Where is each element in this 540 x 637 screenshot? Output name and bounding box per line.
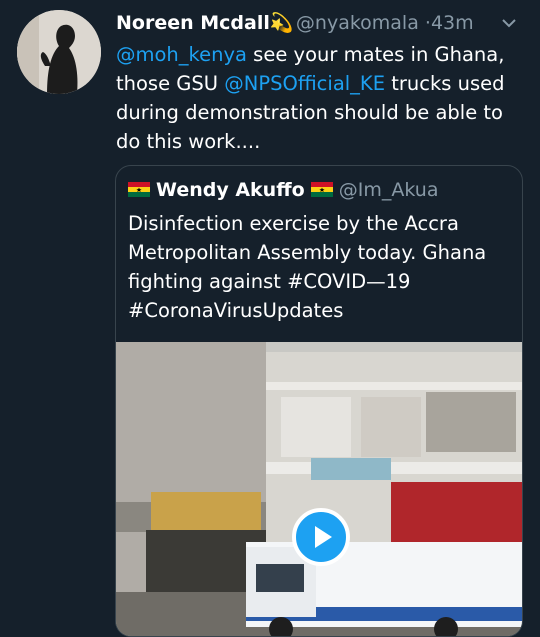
author-emoji: 💫 <box>269 12 294 34</box>
ghana-flag-icon <box>128 182 150 197</box>
mention-link[interactable]: @NPSOfficial_KE <box>224 72 385 95</box>
avatar-image <box>17 10 101 94</box>
author-name[interactable]: Noreen Mcdall <box>116 12 270 34</box>
tweet-header: Noreen Mcdall💫 @nyakomala ·43m <box>116 8 526 38</box>
play-button[interactable] <box>292 508 350 566</box>
mention-link[interactable]: @moh_kenya <box>116 43 247 66</box>
play-icon <box>315 526 332 548</box>
timestamp[interactable]: 43m <box>431 12 474 34</box>
author-handle[interactable]: @nyakomala <box>296 12 419 34</box>
chevron-down-icon[interactable] <box>500 12 518 42</box>
quoted-header: Wendy Akuffo @Im_Akua <box>128 176 438 204</box>
quoted-tweet[interactable]: Wendy Akuffo @Im_Akua Disinfection exerc… <box>115 165 523 637</box>
ghana-flag-icon <box>310 182 333 197</box>
quoted-author-name[interactable]: Wendy Akuffo <box>156 179 305 201</box>
street-scene-image <box>116 342 522 636</box>
quoted-text: Disinfection exercise by the Accra Metro… <box>128 212 487 322</box>
video-thumbnail[interactable] <box>116 342 522 636</box>
quoted-author-handle[interactable]: @Im_Akua <box>339 179 439 201</box>
tweet-text: @moh_kenya see your mates in Ghana, thos… <box>116 40 528 156</box>
tweet: Noreen Mcdall💫 @nyakomala ·43m @moh_keny… <box>0 0 540 637</box>
avatar[interactable] <box>17 10 101 94</box>
